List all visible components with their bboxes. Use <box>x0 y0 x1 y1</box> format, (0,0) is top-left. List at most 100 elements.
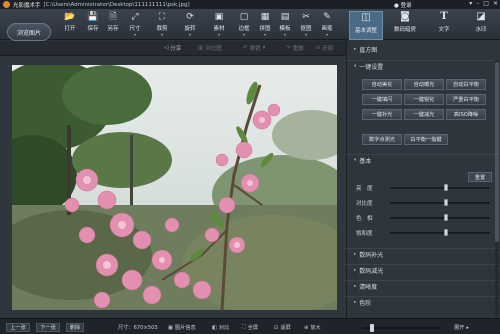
compare-icon: ▥ <box>198 45 204 51</box>
tool-save-as[interactable]: 🗎 另存 <box>103 11 123 37</box>
basic-adjust-icon: ◫ <box>361 12 371 23</box>
tool-label: 裁剪 <box>156 26 168 32</box>
tool-open-folder[interactable]: 📂 打开 <box>60 11 80 37</box>
zoom-slider-knob[interactable] <box>369 324 374 332</box>
one-click-button[interactable]: 自动白平衡 <box>446 79 486 90</box>
compare-button[interactable]: ◧ 对比 <box>212 324 229 332</box>
slider-knob[interactable] <box>444 214 448 221</box>
photo-canvas[interactable] <box>12 65 337 310</box>
reset-button[interactable]: 重置 <box>468 172 492 182</box>
delete-button[interactable]: 删除 <box>66 323 84 332</box>
fit-screen-button[interactable]: ⊡ 适屏 <box>274 324 291 332</box>
slider-knob[interactable] <box>444 229 448 236</box>
slider-knob[interactable] <box>444 184 448 191</box>
menu-dropdown-icon[interactable]: ▾ <box>469 0 472 7</box>
slider-track[interactable] <box>390 217 490 219</box>
panel-scrollbar[interactable] <box>495 60 499 316</box>
tool-crop[interactable]: ⛶ 裁剪 ▾ <box>152 11 172 38</box>
one-click-button[interactable]: 高ISO降噪 <box>446 109 486 120</box>
tool-resize[interactable]: ⤢ 尺寸 ▾ <box>125 11 145 38</box>
prev-image-button[interactable]: 上一张 <box>6 323 30 332</box>
restore-icon: ⎌ <box>316 44 321 51</box>
chevron-down-icon[interactable]: ▾ <box>218 32 220 37</box>
one-click-button[interactable]: 一键填闪 <box>362 94 402 105</box>
one-click-button[interactable]: 一键锐化 <box>404 94 444 105</box>
brush-icon: ✎ <box>323 11 331 22</box>
chevron-down-icon[interactable]: ▾ <box>264 32 266 37</box>
login-button[interactable]: ● 登录 <box>394 1 412 9</box>
chevron-down-icon[interactable]: ▾ <box>305 32 307 37</box>
one-click-button[interactable]: 严重白平衡 <box>446 94 486 105</box>
section-3[interactable]: ▸ 色阶 <box>346 296 500 307</box>
image-info-button[interactable]: ▣ 图片信息 <box>168 324 196 332</box>
section-label: 一键设置 <box>359 63 384 71</box>
restore-button[interactable]: ⎌ 还原 <box>316 44 333 53</box>
one-click-button[interactable]: 自动美化 <box>362 79 402 90</box>
section-0[interactable]: ▸ 数码补光 <box>346 248 500 259</box>
next-image-button[interactable]: 下一张 <box>36 323 60 332</box>
redo-button[interactable]: ↷ 重做 <box>286 44 304 52</box>
tab-label: 水印 <box>475 27 487 33</box>
zoom-in-button[interactable]: ⊕ 放大 <box>304 324 321 332</box>
chevron-down-icon[interactable]: ▾ <box>326 32 328 37</box>
zoom-in-icon: ⊕ <box>304 324 309 331</box>
tool-border[interactable]: ▢ 边框 ▾ <box>234 11 254 38</box>
share-button[interactable]: ◁ 分享 <box>164 44 181 52</box>
tab-watermark[interactable]: ◪ 水印 <box>464 11 498 40</box>
slider-track[interactable] <box>390 232 490 234</box>
tool-label: 打开 <box>64 26 76 32</box>
compare-view-button[interactable]: ▥ 对比图 <box>198 44 222 52</box>
minimize-icon[interactable]: – <box>476 0 479 7</box>
section-one-click[interactable]: ▾ 一键设置 <box>346 60 500 71</box>
chevron-down-icon[interactable]: ▾ <box>189 32 191 37</box>
tool-collage[interactable]: ▦ 拼图 ▾ <box>255 11 275 38</box>
browse-images-button[interactable]: 浏览图片 <box>7 23 51 41</box>
slider-label: 对比度 <box>356 201 373 207</box>
chevron-down-icon[interactable]: ▾ <box>161 32 163 37</box>
redo-icon: ↷ <box>286 45 291 51</box>
slider-knob[interactable] <box>444 199 448 206</box>
scrollbar-thumb[interactable] <box>495 62 499 242</box>
camera-icon: ◙ <box>400 11 410 22</box>
tab-darkroom[interactable]: ◙ 数码暗房 <box>388 11 422 40</box>
tool-cutout[interactable]: ✂ 抠图 ▾ <box>296 11 316 38</box>
slider-track[interactable] <box>390 187 490 189</box>
spot-metering-button[interactable]: 数字点测光 <box>362 134 402 145</box>
section-label: 清晰度 <box>359 283 378 291</box>
section-histogram[interactable]: ▸ 直方图 <box>346 44 500 55</box>
tool-template[interactable]: ▤ 模板 ▾ <box>275 11 295 38</box>
section-basic[interactable]: ▾ 基本 <box>346 154 500 165</box>
one-click-button[interactable]: 一键减光 <box>404 109 444 120</box>
section-label: 基本 <box>359 157 372 165</box>
tab-basic-adjust[interactable]: ◫ 基本调整 <box>349 11 383 40</box>
tool-brush[interactable]: ✎ 画笔 ▾ <box>317 11 337 38</box>
chevron-down-icon[interactable]: ▾ <box>134 32 136 37</box>
chevron-down-icon[interactable]: ▾ <box>243 32 245 37</box>
expand-label: 展开 <box>454 325 465 331</box>
image-info-label: 图片信息 <box>174 325 196 331</box>
tool-rotate[interactable]: ⟳ 旋转 ▾ <box>180 11 200 38</box>
file-path: [C:\Users\Administrator\Desktop\11111111… <box>43 1 190 8</box>
maximize-icon[interactable]: □ <box>483 0 489 7</box>
one-click-button[interactable]: 自动曝光 <box>404 79 444 90</box>
fit-screen-label: 适屏 <box>280 325 291 331</box>
slider-track[interactable] <box>390 202 490 204</box>
tool-material[interactable]: ▣ 素材 ▾ <box>209 11 229 38</box>
expand-button[interactable]: 展开 ▸ <box>454 324 469 332</box>
app-logo-icon <box>3 1 10 8</box>
cutout-icon: ✂ <box>302 11 310 22</box>
collage-icon: ▦ <box>260 11 270 22</box>
undo-button[interactable]: ↶ 撤销 ▾ <box>243 44 265 52</box>
tool-save[interactable]: 💾 保存 <box>83 11 103 37</box>
title-bar: 光影魔术手 [C:\Users\Administrator\Desktop\11… <box>0 0 500 9</box>
tab-text[interactable]: T 文字 <box>427 11 461 40</box>
chevron-down-icon[interactable]: ▾ <box>284 32 286 37</box>
action-bar: ◁ 分享 ▥ 对比图 ↶ 撤销 ▾ ↷ 重做 ⎌ 还原 <box>0 41 346 56</box>
white-balance-picker-button[interactable]: 白平衡一指键 <box>404 134 448 145</box>
app-name: 光影魔术手 <box>13 2 41 9</box>
one-click-button[interactable]: 一键补光 <box>362 109 402 120</box>
section-2[interactable]: ▸ 清晰度 <box>346 280 500 291</box>
section-1[interactable]: ▸ 数码减光 <box>346 264 500 275</box>
fullscreen-button[interactable]: ⛶ 全屏 <box>242 324 258 331</box>
close-icon[interactable]: ✕ <box>493 0 498 7</box>
